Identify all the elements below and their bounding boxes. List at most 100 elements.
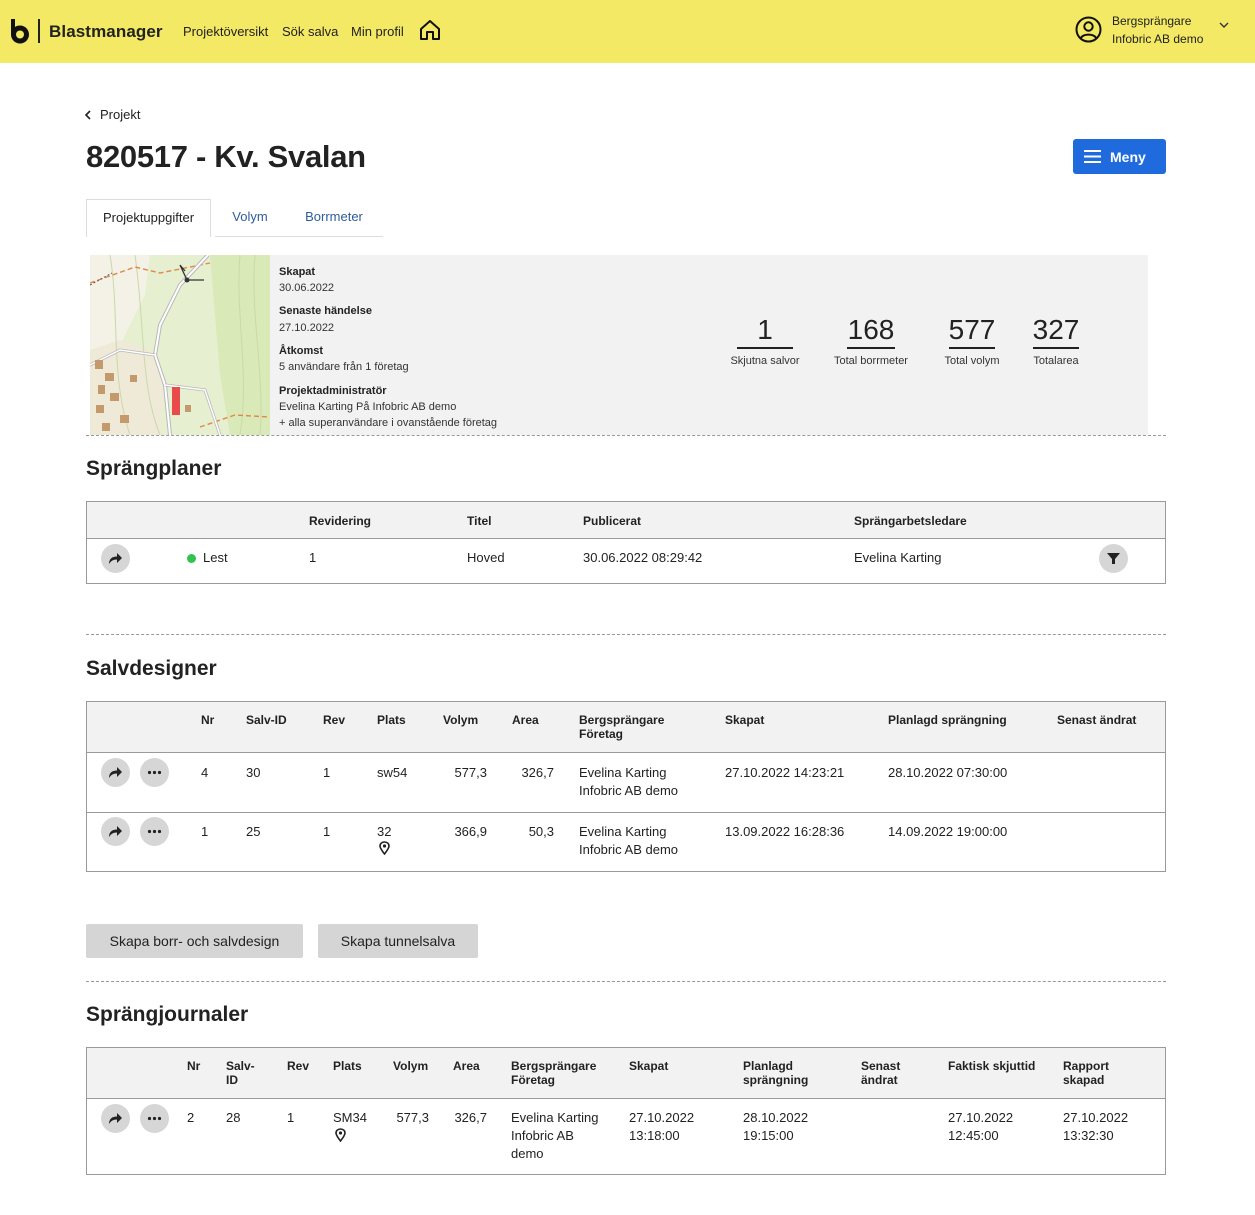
- cell-rapport-time: 13:32:30: [1063, 1128, 1114, 1143]
- col-foretag[interactable]: Företag: [579, 727, 623, 741]
- col-revidering[interactable]: Revidering: [309, 514, 371, 528]
- col-planlagd[interactable]: Planlagd: [743, 1059, 793, 1073]
- cell-revidering: 1: [309, 550, 317, 565]
- share-arrow-icon: [109, 1113, 122, 1124]
- sprangplaner-table: Revidering Titel Publicerat Sprängarbets…: [86, 501, 1166, 584]
- breadcrumb-projekt[interactable]: Projekt: [100, 107, 140, 122]
- section-title-sprangjournaler: Sprängjournaler: [86, 1003, 249, 1026]
- col-plats[interactable]: Plats: [333, 1059, 362, 1073]
- chevron-left-icon[interactable]: [84, 110, 92, 120]
- col-volym[interactable]: Volym: [393, 1059, 428, 1073]
- cell-volym: 577,3: [396, 1110, 429, 1125]
- more-options-button[interactable]: [140, 817, 169, 846]
- cell-area: 50,3: [528, 824, 554, 839]
- table-header: [87, 1048, 1165, 1099]
- nav-min-profil[interactable]: Min profil: [351, 24, 404, 39]
- col-faktisk-skjuttid[interactable]: Faktisk skjuttid: [948, 1059, 1035, 1073]
- col-rev[interactable]: Rev: [287, 1059, 309, 1073]
- location-pin-icon[interactable]: [335, 1128, 346, 1142]
- cell-skapat-date: 27.10.2022: [629, 1110, 695, 1125]
- cell-rev: 1: [287, 1110, 295, 1125]
- hamburger-icon: [1084, 150, 1101, 163]
- cell-skapat: 27.10.2022 14:23:21: [725, 765, 845, 780]
- blastmanager-logo-icon[interactable]: [8, 18, 30, 44]
- cell-planlagd-date: 28.10.2022: [743, 1110, 809, 1125]
- cell-volym: 577,3: [454, 765, 487, 780]
- col-skapat[interactable]: Skapat: [629, 1059, 668, 1073]
- cell-planlagd-time: 19:15:00: [743, 1128, 794, 1143]
- cell-plats: SM34: [333, 1110, 367, 1125]
- cell-faktisk-date: 27.10.2022: [948, 1110, 1014, 1125]
- open-button[interactable]: [101, 758, 130, 787]
- section-title-sprangplaner: Sprängplaner: [86, 457, 222, 480]
- col-planlagd[interactable]: Planlagd sprängning: [888, 713, 1007, 727]
- col-nr[interactable]: Nr: [187, 1059, 200, 1073]
- section-divider: [86, 981, 1166, 982]
- col-salv-id[interactable]: Salv-: [226, 1059, 255, 1073]
- user-avatar-icon[interactable]: [1075, 16, 1102, 43]
- stat-value: 1: [757, 314, 773, 345]
- user-company[interactable]: Infobric AB demo: [1112, 32, 1203, 46]
- col-area[interactable]: Area: [512, 713, 539, 727]
- cell-foretag: Infobric AB: [511, 1128, 574, 1143]
- menu-button[interactable]: Meny: [1073, 139, 1166, 174]
- chevron-down-icon[interactable]: [1218, 19, 1230, 31]
- cell-salv-id: 30: [246, 765, 261, 780]
- col-salv-id-2[interactable]: ID: [226, 1073, 238, 1087]
- open-button[interactable]: [101, 544, 130, 573]
- project-info-panel: Skapat 30.06.2022 Senaste händelse 27.10…: [90, 255, 1148, 435]
- col-foretag[interactable]: Företag: [511, 1073, 555, 1087]
- last-event-label: Senaste händelse: [279, 305, 372, 317]
- col-rapport-skapad-2[interactable]: skapad: [1063, 1073, 1104, 1087]
- stat-total-volym: 577 Total volym: [936, 314, 1008, 368]
- brand-name[interactable]: Blastmanager: [49, 22, 163, 42]
- stat-value: 168: [847, 314, 895, 345]
- more-options-button[interactable]: [140, 758, 169, 787]
- col-salv-id[interactable]: Salv-ID: [246, 713, 287, 727]
- stat-value: 577: [948, 314, 996, 345]
- open-button[interactable]: [101, 817, 130, 846]
- col-senast-andrat[interactable]: Senast ändrat: [1057, 713, 1136, 727]
- col-senast-andrat[interactable]: Senast: [861, 1059, 900, 1073]
- tab-borrmeter[interactable]: Borrmeter: [285, 199, 383, 237]
- col-volym[interactable]: Volym: [443, 713, 478, 727]
- filter-button[interactable]: [1099, 544, 1128, 573]
- col-area[interactable]: Area: [453, 1059, 480, 1073]
- cell-rev: 1: [323, 765, 331, 780]
- stat-label: Totalarea: [1033, 355, 1079, 367]
- col-bergsprangare[interactable]: Bergsprängare: [579, 713, 664, 727]
- home-icon[interactable]: [419, 19, 441, 41]
- nav-projektoversikt[interactable]: Projektöversikt: [183, 24, 268, 39]
- user-role[interactable]: Bergsprängare: [1112, 14, 1191, 28]
- cell-salv-id: 25: [246, 824, 261, 839]
- col-rev[interactable]: Rev: [323, 713, 345, 727]
- stat-underline: [1033, 347, 1079, 349]
- col-sprangarbetsledare[interactable]: Sprängarbetsledare: [854, 514, 967, 528]
- filter-icon: [1107, 553, 1120, 564]
- col-bergsprangare[interactable]: Bergsprängare: [511, 1059, 596, 1073]
- col-planlagd-2[interactable]: sprängning: [743, 1073, 808, 1087]
- col-rapport-skapad[interactable]: Rapport: [1063, 1059, 1109, 1073]
- tab-projektuppgifter[interactable]: Projektuppgifter: [86, 199, 211, 237]
- cell-nr: 2: [187, 1110, 195, 1125]
- section-title-salvdesigner: Salvdesigner: [86, 657, 217, 680]
- cell-planlagd: 14.09.2022 19:00:00: [888, 824, 1008, 839]
- project-map-thumbnail[interactable]: [90, 255, 270, 435]
- col-senast-andrat-2[interactable]: ändrat: [861, 1073, 898, 1087]
- col-publicerat[interactable]: Publicerat: [583, 514, 641, 528]
- open-button[interactable]: [101, 1104, 130, 1133]
- col-nr[interactable]: Nr: [201, 713, 214, 727]
- col-titel[interactable]: Titel: [467, 514, 491, 528]
- create-design-button[interactable]: Skapa borr- och salvdesign: [86, 924, 303, 958]
- cell-publicerat: 30.06.2022 08:29:42: [583, 550, 703, 565]
- location-pin-icon[interactable]: [379, 841, 390, 855]
- cell-nr: 4: [201, 765, 209, 780]
- access-value: 5 användare från 1 företag: [279, 361, 409, 373]
- created-value: 30.06.2022: [279, 282, 335, 294]
- col-skapat[interactable]: Skapat: [725, 713, 764, 727]
- more-options-button[interactable]: [140, 1104, 169, 1133]
- nav-sok-salva[interactable]: Sök salva: [282, 24, 338, 39]
- col-plats[interactable]: Plats: [377, 713, 406, 727]
- create-tunnel-button[interactable]: Skapa tunnelsalva: [318, 924, 478, 958]
- tab-volym[interactable]: Volym: [215, 199, 285, 237]
